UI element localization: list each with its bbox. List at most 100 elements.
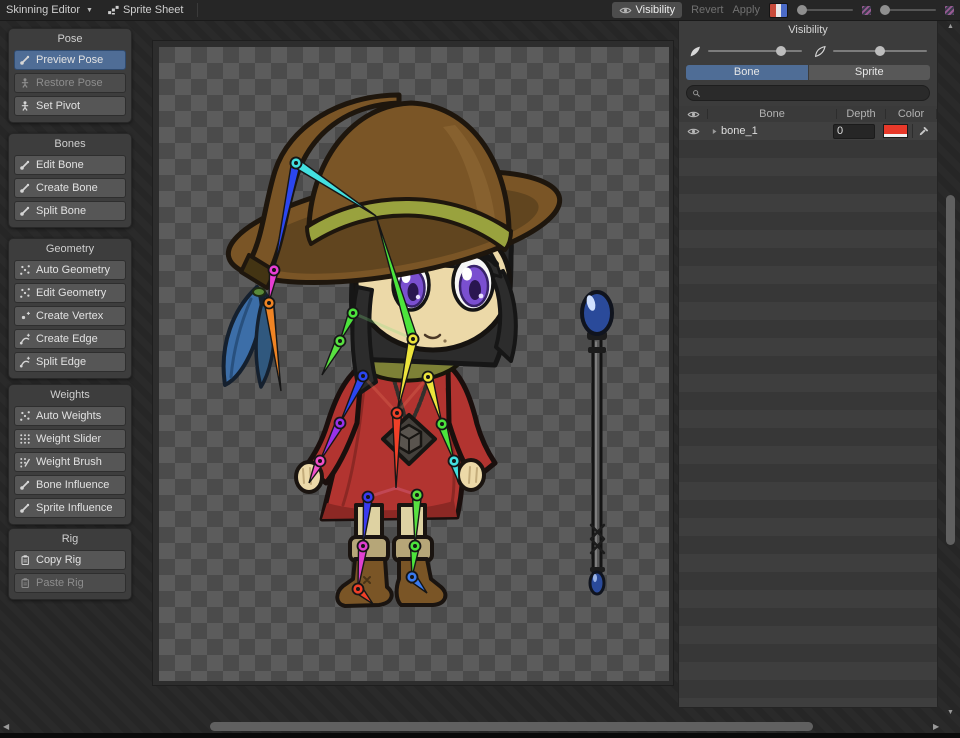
paste-rig-button[interactable]: Paste Rig xyxy=(14,573,126,593)
sprite-sheet-label: Sprite Sheet xyxy=(122,4,184,16)
paste-rig-icon xyxy=(19,577,31,589)
weight-slider-icon xyxy=(19,433,31,445)
slider-handle[interactable] xyxy=(875,46,885,56)
vertical-scrollbar[interactable]: ▲ ▼ xyxy=(944,20,957,718)
depth-input[interactable] xyxy=(833,123,875,139)
bone-filled-icon xyxy=(689,45,702,58)
button-label: Restore Pose xyxy=(36,77,103,89)
bone-gizmo-thigh_r xyxy=(411,494,423,547)
rig-panel-title: Rig xyxy=(61,533,79,545)
bone-preview-icon xyxy=(19,54,31,66)
auto-weights-button[interactable]: Auto Weights xyxy=(14,406,126,426)
create-bone-button[interactable]: Create Bone xyxy=(14,178,126,198)
edit-geometry-button[interactable]: Edit Geometry xyxy=(14,283,126,303)
bone-gizmo-thigh_l xyxy=(362,495,374,547)
split-bone-button[interactable]: Split Bone xyxy=(14,201,126,221)
visibility-panel: Visibility Bone Sprite Bone Depth Color … xyxy=(678,20,938,708)
geometry-panel: Geometry Auto Geometry Edit Geometry Cre… xyxy=(8,238,132,379)
pose-panel-title: Pose xyxy=(57,33,83,45)
horizontal-scrollbar-thumb[interactable] xyxy=(210,722,813,731)
weight-slider-button[interactable]: Weight Slider xyxy=(14,429,126,449)
bone-search-field[interactable] xyxy=(686,85,930,101)
button-label: Edit Bone xyxy=(36,159,84,171)
tab-bone[interactable]: Bone xyxy=(686,65,808,80)
split-edge-button[interactable]: Split Edge xyxy=(14,352,126,372)
button-label: Weight Brush xyxy=(36,456,102,468)
toolbar-bone-opacity-slider[interactable] xyxy=(797,5,853,15)
pose-panel: Pose Preview Pose Restore Pose Set Pivot xyxy=(8,28,132,123)
bone-table-header: Bone Depth Color xyxy=(679,106,937,122)
skinning-editor-menu[interactable]: Skinning Editor ▼ xyxy=(6,4,93,16)
bone-create-icon xyxy=(19,182,31,194)
weight-brush-button[interactable]: Weight Brush xyxy=(14,452,126,472)
skeleton-overlay[interactable] xyxy=(159,47,669,681)
button-label: Create Bone xyxy=(36,182,98,194)
bone-name-label: bone_1 xyxy=(721,125,758,137)
slider-track xyxy=(833,46,927,56)
scroll-left-icon[interactable]: ◀ xyxy=(3,720,9,733)
slider-handle[interactable] xyxy=(797,5,807,15)
button-label: Edit Geometry xyxy=(36,287,107,299)
button-label: Paste Rig xyxy=(36,577,84,589)
button-label: Auto Geometry xyxy=(36,264,110,276)
set-pivot-button[interactable]: Set Pivot xyxy=(14,96,126,116)
preview-pose-button[interactable]: Preview Pose xyxy=(14,50,126,70)
bone-gizmo-hat_tip xyxy=(273,161,302,271)
bone-gizmo-head xyxy=(375,215,419,342)
sprite-sheet-icon xyxy=(107,4,119,16)
expand-triangle-icon[interactable] xyxy=(707,127,721,136)
texture-swatch-icon[interactable] xyxy=(769,2,788,18)
sprite-influence-button[interactable]: Sprite Influence xyxy=(14,498,126,518)
column-header-depth: Depth xyxy=(846,108,876,120)
bone-influence-button[interactable]: Bone Influence xyxy=(14,475,126,495)
figure-pivot-icon xyxy=(19,100,31,112)
restore-pose-button[interactable]: Restore Pose xyxy=(14,73,126,93)
bone-outline-icon xyxy=(814,45,827,58)
bone-split-icon xyxy=(19,205,31,217)
copy-rig-button[interactable]: Copy Rig xyxy=(14,550,126,570)
sprite-opacity-stripes-icon xyxy=(945,5,954,15)
sprite-canvas[interactable] xyxy=(152,40,674,686)
visibility-toggle-button[interactable]: Visibility xyxy=(611,2,683,18)
column-header-bone: Bone xyxy=(759,108,785,120)
button-label: Sprite Influence xyxy=(36,502,113,514)
edit-bone-button[interactable]: Edit Bone xyxy=(14,155,126,175)
create-edge-button[interactable]: Create Edge xyxy=(14,329,126,349)
sprite-influence-icon xyxy=(19,502,31,514)
sprite-sheet-tab[interactable]: Sprite Sheet xyxy=(107,4,184,16)
window-bottom-edge xyxy=(0,733,960,738)
copy-rig-icon xyxy=(19,554,31,566)
slider-track xyxy=(708,46,802,56)
create-vertex-button[interactable]: Create Vertex xyxy=(14,306,126,326)
scroll-down-icon[interactable]: ▼ xyxy=(944,708,957,718)
bone-table-row[interactable]: bone_1 xyxy=(679,122,937,140)
button-label: Preview Pose xyxy=(36,54,104,66)
slider-handle[interactable] xyxy=(880,5,890,15)
horizontal-scrollbar[interactable]: ◀ ▶ xyxy=(0,720,946,733)
toolbar-sprite-opacity-slider[interactable] xyxy=(880,5,936,15)
geometry-panel-title: Geometry xyxy=(45,243,95,255)
revert-button[interactable]: Revert xyxy=(691,4,723,16)
bone-opacity-slider[interactable] xyxy=(689,45,802,58)
eyedropper-icon[interactable] xyxy=(912,124,933,138)
bone-opacity-stripes-icon xyxy=(862,5,871,15)
row-visibility-eye-icon[interactable] xyxy=(679,125,707,138)
sprite-opacity-slider[interactable] xyxy=(814,45,927,58)
bone-gizmo-feather xyxy=(263,301,282,392)
auto-geometry-button[interactable]: Auto Geometry xyxy=(14,260,126,280)
apply-button[interactable]: Apply xyxy=(732,4,760,16)
tab-sprite[interactable]: Sprite xyxy=(808,65,930,80)
vertical-scrollbar-thumb[interactable] xyxy=(946,195,955,545)
visibility-panel-title: Visibility xyxy=(788,24,828,36)
bone-color-swatch[interactable] xyxy=(883,124,908,138)
scroll-up-icon[interactable]: ▲ xyxy=(944,22,957,32)
edge-split-icon xyxy=(19,356,31,368)
search-input[interactable] xyxy=(705,87,924,99)
figure-restore-icon xyxy=(19,77,31,89)
vertex-create-icon xyxy=(19,310,31,322)
button-label: Bone Influence xyxy=(36,479,110,491)
weights-panel: Weights Auto Weights Weight Slider Weigh… xyxy=(8,384,132,525)
button-label: Auto Weights xyxy=(36,410,102,422)
scroll-right-icon[interactable]: ▶ xyxy=(933,720,939,733)
slider-handle[interactable] xyxy=(776,46,787,56)
